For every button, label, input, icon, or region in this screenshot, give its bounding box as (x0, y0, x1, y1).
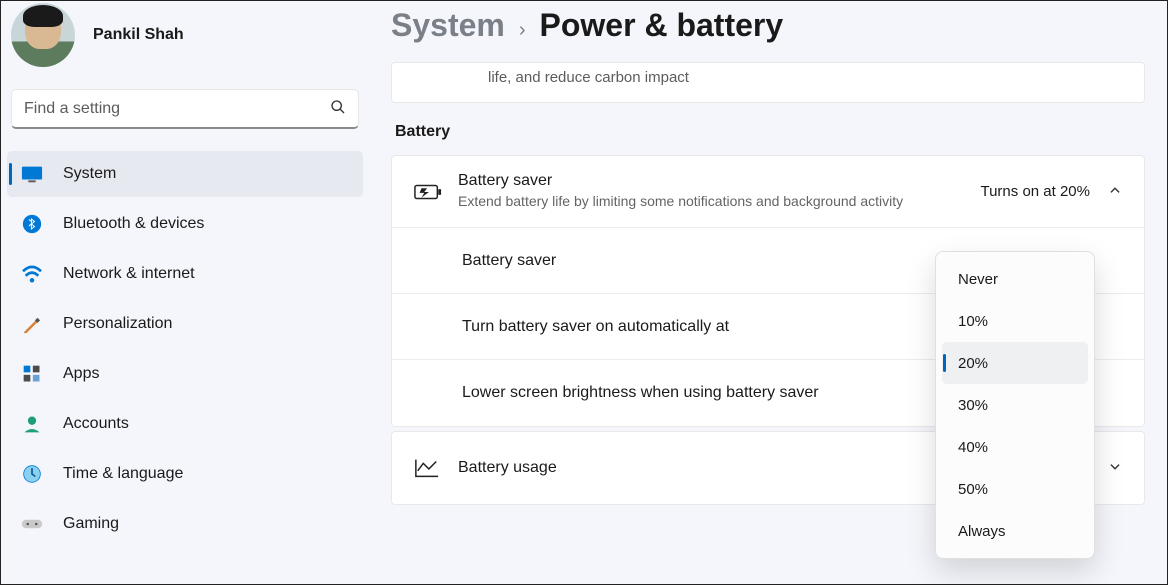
nav-item-personalization[interactable]: Personalization (7, 301, 363, 347)
profile-name: Pankil Shah (93, 26, 184, 44)
dropdown-option-20[interactable]: 20% (942, 342, 1088, 384)
nav-item-gaming[interactable]: Gaming (7, 501, 363, 547)
chart-icon (414, 457, 458, 479)
profile-block[interactable]: Pankil Shah (1, 1, 369, 77)
dropdown-option-always[interactable]: Always (942, 510, 1088, 552)
page-title: Power & battery (540, 7, 784, 44)
threshold-dropdown: Never 10% 20% 30% 40% 50% Always (935, 251, 1095, 559)
avatar (11, 3, 75, 67)
nav-label: Accounts (63, 415, 129, 433)
nav-list: System Bluetooth & devices Network & int… (1, 141, 369, 547)
battery-saver-value: Turns on at 20% (980, 183, 1090, 200)
nav-label: Bluetooth & devices (63, 215, 204, 233)
apps-icon (21, 363, 43, 385)
nav-item-accounts[interactable]: Accounts (7, 401, 363, 447)
dropdown-option-40[interactable]: 40% (942, 426, 1088, 468)
nav-label: Apps (63, 365, 99, 383)
dropdown-option-30[interactable]: 30% (942, 384, 1088, 426)
chevron-up-icon (1108, 183, 1122, 200)
breadcrumb-parent[interactable]: System (391, 7, 505, 44)
dropdown-option-never[interactable]: Never (942, 258, 1088, 300)
gaming-icon (21, 513, 43, 535)
search-box[interactable] (11, 89, 359, 129)
battery-saver-icon (414, 182, 458, 202)
nav-label: Time & language (63, 465, 183, 483)
nav-label: Network & internet (63, 265, 195, 283)
battery-saver-header-row[interactable]: Battery saver Extend battery life by lim… (392, 156, 1144, 228)
nav-label: Personalization (63, 315, 172, 333)
chevron-right-icon: › (519, 19, 526, 42)
nav-item-system[interactable]: System (7, 151, 363, 197)
nav-label: Gaming (63, 515, 119, 533)
section-label-battery: Battery (395, 123, 1145, 141)
dropdown-option-50[interactable]: 50% (942, 468, 1088, 510)
chevron-down-icon (1108, 460, 1122, 477)
energy-recommendation-card-fragment[interactable]: life, and reduce carbon impact (391, 62, 1145, 103)
nav-item-time-language[interactable]: Time & language (7, 451, 363, 497)
nav-item-network[interactable]: Network & internet (7, 251, 363, 297)
nav-label: System (63, 165, 116, 183)
sidebar: Pankil Shah System Bluetooth & devices (1, 1, 369, 584)
bluetooth-icon (21, 213, 43, 235)
nav-item-apps[interactable]: Apps (7, 351, 363, 397)
personalization-icon (21, 313, 43, 335)
search-input[interactable] (24, 100, 330, 118)
time-language-icon (21, 463, 43, 485)
network-icon (21, 263, 43, 285)
breadcrumb: System › Power & battery (391, 1, 1145, 62)
nav-item-bluetooth[interactable]: Bluetooth & devices (7, 201, 363, 247)
system-icon (21, 163, 43, 185)
main-content: System › Power & battery life, and reduc… (391, 1, 1167, 584)
battery-saver-title: Battery saver (458, 172, 980, 190)
battery-saver-subtitle: Extend battery life by limiting some not… (458, 192, 978, 211)
accounts-icon (21, 413, 43, 435)
search-icon (330, 99, 346, 119)
energy-recommendation-text: life, and reduce carbon impact (392, 63, 1144, 102)
dropdown-option-10[interactable]: 10% (942, 300, 1088, 342)
